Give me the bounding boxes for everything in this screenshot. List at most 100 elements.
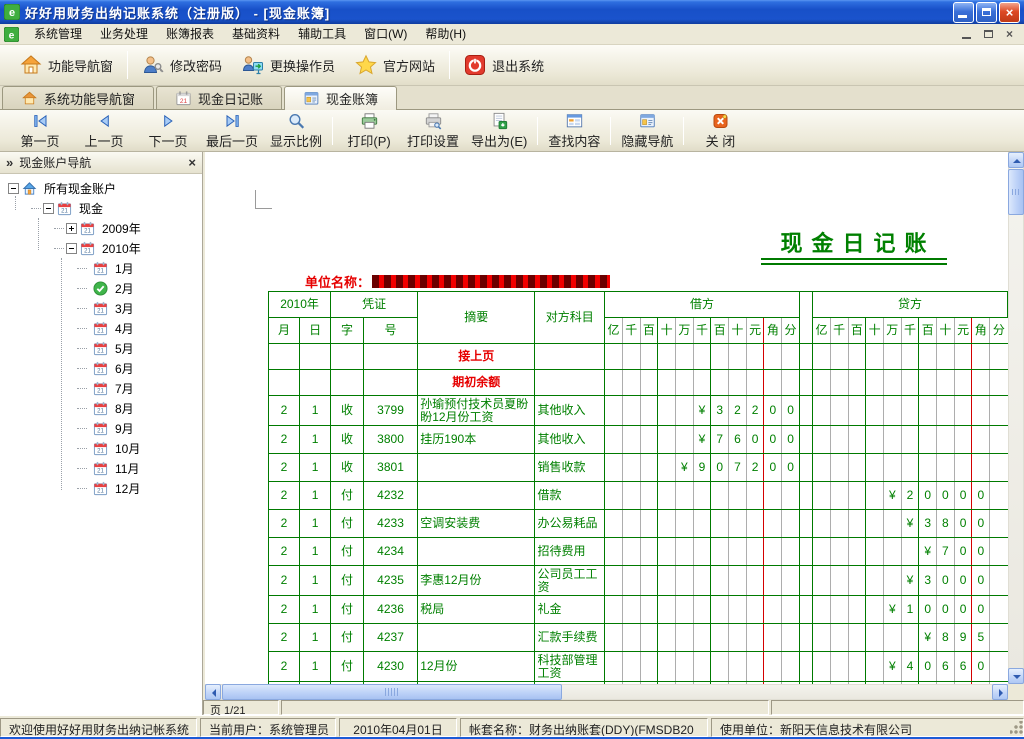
report-toolbar-button-1[interactable]: 上一页 (72, 110, 136, 152)
scroll-left-button[interactable] (205, 684, 221, 700)
scroll-right-button[interactable] (992, 684, 1008, 700)
toolbar-button-3[interactable]: 官方网站 (345, 49, 445, 81)
report-toolbar-button-7[interactable]: 导出为(E) (465, 110, 533, 152)
tab-2[interactable]: 现金账簿 (284, 86, 397, 110)
tree-item-8月[interactable]: 218月 (0, 398, 202, 418)
cell-account: 公司员工工资 (535, 566, 605, 596)
tree-expander-minus[interactable] (8, 183, 19, 194)
toolbar-button-2[interactable]: 更换操作员 (232, 49, 345, 81)
tree-connector (54, 248, 64, 249)
tree-item-7月[interactable]: 217月 (0, 378, 202, 398)
menu-item-3[interactable]: 基础资料 (223, 25, 289, 43)
menu-item-0[interactable]: 系统管理 (25, 25, 91, 43)
tree-item-11月[interactable]: 2111月 (0, 458, 202, 478)
mdi-restore-button[interactable] (980, 27, 997, 42)
credit-digit-cell: 1 (901, 596, 919, 624)
tree-item-12月[interactable]: 2112月 (0, 478, 202, 498)
mdi-minimize-button[interactable] (959, 27, 976, 42)
report-toolbar-button-8[interactable]: 查找内容 (542, 110, 606, 152)
credit-digit-cell (830, 510, 848, 538)
tree-item-5月[interactable]: 215月 (0, 338, 202, 358)
credit-digit-cell (883, 344, 901, 370)
tab-0[interactable]: 系统功能导航窗 (2, 86, 154, 109)
debit-digit-cell (640, 426, 658, 454)
report-toolbar-button-10[interactable]: 关 闭 (688, 110, 752, 152)
debit-digit-cell (693, 370, 711, 396)
credit-digit-header: 千 (901, 318, 919, 344)
cell-account: 科技部管理工资 (535, 652, 605, 682)
cell-month: 2 (269, 482, 300, 510)
scroll-down-button[interactable] (1008, 668, 1024, 684)
debit-digit-cell (782, 652, 800, 682)
tree-item-4月[interactable]: 214月 (0, 318, 202, 338)
cell-spacer (799, 396, 812, 426)
cell-account (535, 344, 605, 370)
tree-connector (77, 288, 87, 289)
cell-word: 付 (331, 482, 364, 510)
minimize-button[interactable] (953, 2, 974, 23)
tree-item-3月[interactable]: 213月 (0, 298, 202, 318)
header-month: 月 (269, 318, 300, 344)
tree-item-1月[interactable]: 211月 (0, 258, 202, 278)
credit-digit-cell: 0 (954, 482, 972, 510)
report-toolbar-button-5[interactable]: 打印(P) (337, 110, 401, 152)
scroll-up-button[interactable] (1008, 152, 1024, 168)
tree-item-9月[interactable]: 219月 (0, 418, 202, 438)
debit-digit-cell (675, 596, 693, 624)
cell-month: 2 (269, 510, 300, 538)
tree-expander-minus[interactable] (43, 203, 54, 214)
tree-item-6月[interactable]: 216月 (0, 358, 202, 378)
cell-day: 1 (300, 454, 331, 482)
report-toolbar-button-0[interactable]: 第一页 (8, 110, 72, 152)
cell-month (269, 344, 300, 370)
report-toolbar-button-2[interactable]: 下一页 (136, 110, 200, 152)
debit-digit-cell: ¥ (675, 454, 693, 482)
collapse-sidebar-button[interactable]: » (6, 155, 13, 170)
tree-item-10月[interactable]: 2110月 (0, 438, 202, 458)
tree-item-现金[interactable]: 21现金 (0, 198, 202, 218)
resize-grip[interactable] (1010, 721, 1023, 734)
cell-word: 付 (331, 596, 364, 624)
svg-text:21: 21 (97, 347, 104, 354)
report-toolbar-button-4[interactable]: 显示比例 (264, 110, 328, 152)
report-toolbar-button-3[interactable]: 最后一页 (200, 110, 264, 152)
credit-digit-cell (830, 596, 848, 624)
debit-digit-cell (729, 624, 747, 652)
report-toolbar-button-6[interactable]: 打印设置 (401, 110, 465, 152)
horizontal-scroll-thumb[interactable] (222, 684, 562, 700)
tree-expander-minus[interactable] (66, 243, 77, 254)
debit-digit-cell (693, 538, 711, 566)
credit-digit-cell (901, 426, 919, 454)
close-button[interactable]: × (999, 2, 1020, 23)
tree-item-2009年[interactable]: 212009年 (0, 218, 202, 238)
debit-digit-cell (658, 454, 676, 482)
toolbar-button-label: 退出系统 (492, 56, 544, 75)
tree-item-2010年[interactable]: 212010年 (0, 238, 202, 258)
vertical-scroll-thumb[interactable] (1008, 169, 1024, 215)
restore-button[interactable] (976, 2, 997, 23)
menu-item-4[interactable]: 辅助工具 (289, 25, 355, 43)
toolbar-button-0[interactable]: 功能导航窗 (10, 49, 123, 81)
sidebar-close-icon[interactable]: × (188, 155, 196, 170)
header-credit: 贷方 (813, 292, 1008, 318)
tree-item-label: 7月 (113, 379, 136, 398)
vertical-scrollbar[interactable] (1008, 152, 1024, 684)
menu-item-5[interactable]: 窗口(W) (355, 25, 416, 43)
horizontal-scrollbar[interactable] (205, 684, 1008, 700)
toolbar-button-1[interactable]: 修改密码 (132, 49, 232, 81)
tab-1[interactable]: 21现金日记账 (156, 86, 282, 109)
report-toolbar-button-9[interactable]: 隐藏导航 (615, 110, 679, 152)
menu-item-2[interactable]: 账簿报表 (157, 25, 223, 43)
credit-digit-cell (866, 396, 884, 426)
mdi-close-button[interactable]: × (1001, 27, 1018, 42)
debit-digit-cell (729, 370, 747, 396)
tree-expander-plus[interactable] (66, 223, 77, 234)
menu-item-6[interactable]: 帮助(H) (416, 25, 475, 43)
credit-digit-cell (848, 426, 866, 454)
toolbar-button-4[interactable]: 退出系统 (454, 49, 554, 81)
tree-connector (77, 488, 87, 489)
svg-text:21: 21 (97, 307, 104, 314)
tree-item-2月[interactable]: 2月 (0, 278, 202, 298)
menu-item-1[interactable]: 业务处理 (91, 25, 157, 43)
tree-item-所有现金账户[interactable]: 所有现金账户 (0, 178, 202, 198)
